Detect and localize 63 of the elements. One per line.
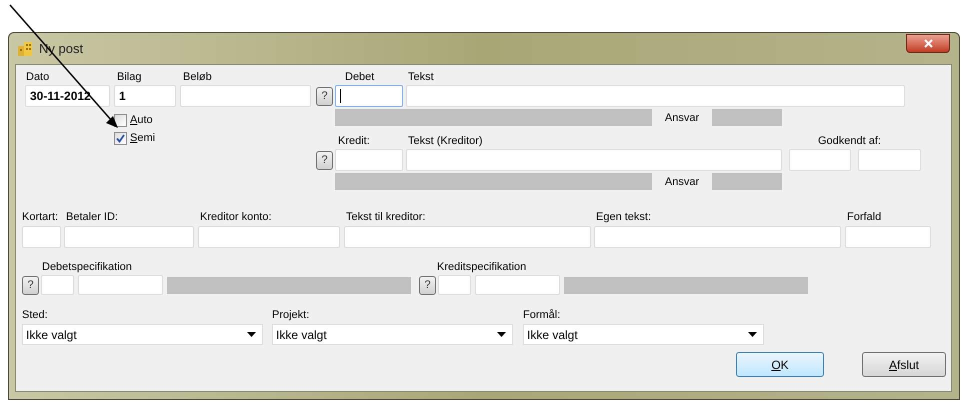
check-icon xyxy=(116,134,125,142)
checkbox-label: Semi xyxy=(130,131,156,145)
help-button[interactable]: ? xyxy=(316,86,333,106)
field-label: Kreditspecifikation xyxy=(436,260,528,274)
input-field[interactable] xyxy=(180,85,311,107)
input-field[interactable] xyxy=(344,226,591,248)
input-field[interactable] xyxy=(22,226,61,248)
field-label: Forfald xyxy=(846,210,882,224)
close-button[interactable] xyxy=(906,34,950,53)
field-label: Kredit: xyxy=(337,134,371,148)
field-label: Debet xyxy=(344,70,376,84)
input-field[interactable] xyxy=(335,149,403,171)
caret-icon xyxy=(247,332,256,337)
dialog-button[interactable]: Afslut xyxy=(862,352,946,377)
field-label: Tekst (Kreditor) xyxy=(407,134,484,148)
field-label: Sted: xyxy=(22,308,49,322)
building-icon xyxy=(17,40,33,56)
input-field[interactable] xyxy=(406,85,905,107)
field-label: Bilag xyxy=(116,70,142,84)
input-field[interactable] xyxy=(475,275,560,295)
text-cursor xyxy=(340,89,341,103)
dropdown[interactable]: Ikke valgt xyxy=(523,324,764,345)
checkbox-label: Auto xyxy=(130,113,153,127)
dropdown[interactable]: Ikke valgt xyxy=(22,324,263,345)
readonly-bar xyxy=(712,109,782,126)
input-field[interactable] xyxy=(335,85,403,107)
checkbox[interactable] xyxy=(114,114,127,126)
checkbox[interactable] xyxy=(114,132,127,144)
dialog-button[interactable]: OK xyxy=(736,352,824,377)
field-label: Betaler ID: xyxy=(65,210,119,224)
input-field[interactable] xyxy=(845,226,931,248)
input-field[interactable]: 30-11-2012 xyxy=(25,85,110,107)
input-field[interactable] xyxy=(594,226,841,248)
input-field[interactable] xyxy=(789,149,851,171)
input-field[interactable] xyxy=(198,226,340,248)
input-field[interactable] xyxy=(78,275,163,295)
input-field[interactable] xyxy=(41,275,74,295)
field-label: Beløb xyxy=(182,70,213,84)
close-icon xyxy=(924,39,932,48)
input-field[interactable] xyxy=(406,149,782,171)
input-field[interactable]: 1 xyxy=(114,85,176,107)
field-label: Kreditor konto: xyxy=(199,210,273,224)
help-button[interactable]: ? xyxy=(316,150,333,170)
dropdown[interactable]: Ikke valgt xyxy=(272,324,513,345)
field-label: Egen tekst: xyxy=(595,210,652,224)
input-field[interactable] xyxy=(858,149,921,171)
input-field[interactable] xyxy=(64,226,194,248)
caret-icon xyxy=(748,332,757,337)
field-label: Kortart: xyxy=(22,210,60,224)
caret-icon xyxy=(497,332,506,337)
help-button[interactable]: ? xyxy=(419,276,436,294)
readonly-bar xyxy=(712,173,782,190)
field-label: Dato xyxy=(25,70,50,84)
field-label: Tekst xyxy=(407,70,435,84)
field-label: Ansvar xyxy=(664,174,700,188)
field-label: Projekt: xyxy=(272,308,310,322)
help-button[interactable]: ? xyxy=(22,276,39,294)
field-label: Godkendt af: xyxy=(817,134,882,148)
field-label: Debetspecifikation xyxy=(41,260,133,274)
input-field[interactable] xyxy=(438,275,471,295)
field-label: Formål: xyxy=(523,308,562,322)
field-label: Tekst til kreditor: xyxy=(345,210,426,224)
field-label: Ansvar xyxy=(664,110,700,124)
